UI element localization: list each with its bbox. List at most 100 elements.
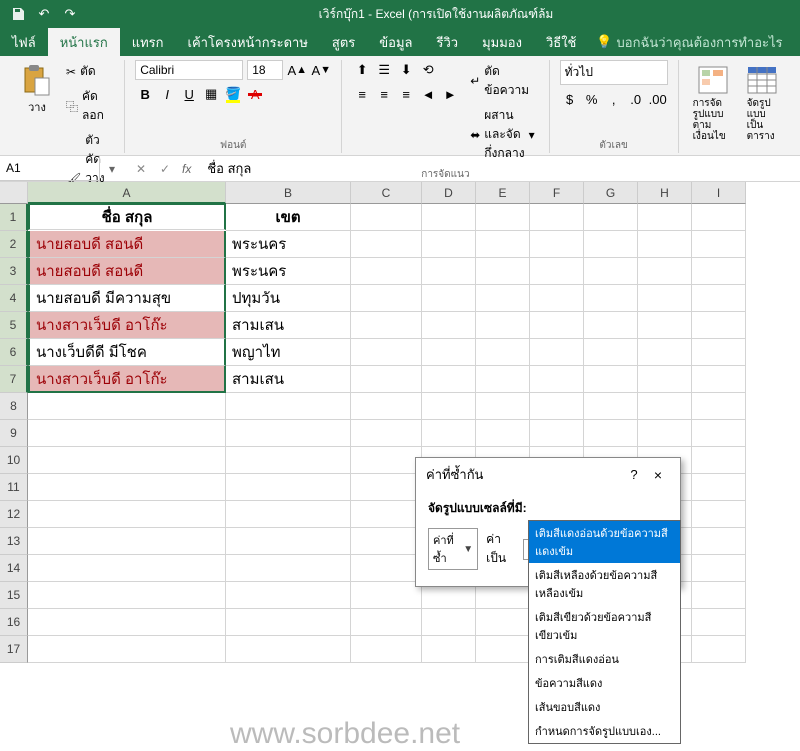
cell[interactable]: นางสาวเว็บดี อาโก๊ะ	[28, 366, 226, 393]
cell[interactable]	[638, 312, 692, 339]
row-header[interactable]: 1	[0, 204, 28, 231]
cell[interactable]	[530, 258, 584, 285]
cell[interactable]	[584, 393, 638, 420]
cell[interactable]	[476, 636, 530, 663]
undo-icon[interactable]: ↶	[34, 4, 54, 24]
row-header[interactable]: 12	[0, 501, 28, 528]
cell[interactable]	[530, 285, 584, 312]
indent-inc-icon[interactable]: ►	[440, 84, 460, 104]
column-header-a[interactable]: A	[28, 182, 226, 204]
cell[interactable]	[28, 636, 226, 663]
tab-help[interactable]: วิธีใช้	[534, 28, 588, 56]
cell[interactable]	[226, 474, 351, 501]
cell[interactable]	[476, 339, 530, 366]
tab-review[interactable]: รีวิว	[424, 28, 470, 56]
name-box-dropdown-icon[interactable]: ▾	[100, 162, 124, 176]
cell[interactable]	[692, 447, 746, 474]
font-size-select[interactable]: 18	[247, 60, 283, 80]
cell[interactable]: นางสาวเว็บดี อาโก๊ะ	[28, 312, 226, 339]
decrease-font-icon[interactable]: A▼	[311, 60, 331, 80]
underline-button[interactable]: U	[179, 84, 199, 104]
cell[interactable]	[692, 474, 746, 501]
percent-icon[interactable]: %	[582, 89, 602, 109]
cell[interactable]	[692, 501, 746, 528]
cell[interactable]	[422, 339, 476, 366]
align-left-icon[interactable]: ≡	[352, 84, 372, 104]
cell[interactable]	[584, 420, 638, 447]
cell[interactable]	[476, 231, 530, 258]
column-header-g[interactable]: G	[584, 182, 638, 204]
cell[interactable]	[28, 393, 226, 420]
column-header-c[interactable]: C	[351, 182, 422, 204]
cell[interactable]	[692, 204, 746, 231]
number-format-select[interactable]: ทั่วไป	[560, 60, 668, 85]
cell[interactable]	[28, 474, 226, 501]
cell[interactable]	[226, 447, 351, 474]
font-name-select[interactable]: Calibri	[135, 60, 243, 80]
row-header[interactable]: 10	[0, 447, 28, 474]
cell[interactable]	[226, 636, 351, 663]
orientation-icon[interactable]: ⟲	[418, 60, 438, 80]
cell[interactable]	[226, 393, 351, 420]
save-icon[interactable]	[8, 4, 28, 24]
duplicate-mode-select[interactable]: ค่าที่ซ้ำ ▼	[428, 528, 478, 570]
wrap-text-button[interactable]: ↵ตัดข้อความ	[466, 60, 538, 102]
align-middle-icon[interactable]: ☰	[374, 60, 394, 80]
cell[interactable]	[638, 393, 692, 420]
borders-button[interactable]: ▦	[201, 84, 221, 104]
decrease-decimal-icon[interactable]: .00	[648, 89, 668, 109]
cell[interactable]	[226, 528, 351, 555]
row-header[interactable]: 3	[0, 258, 28, 285]
align-center-icon[interactable]: ≡	[374, 84, 394, 104]
cell[interactable]	[351, 555, 422, 582]
cell[interactable]	[638, 285, 692, 312]
cell[interactable]	[692, 636, 746, 663]
cell[interactable]	[422, 204, 476, 231]
cell[interactable]	[351, 204, 422, 231]
name-box[interactable]: A1	[0, 156, 100, 181]
tab-page-layout[interactable]: เค้าโครงหน้ากระดาษ	[176, 28, 320, 56]
cell[interactable]	[476, 366, 530, 393]
increase-font-icon[interactable]: A▲	[287, 60, 307, 80]
row-header[interactable]: 17	[0, 636, 28, 663]
cell[interactable]	[584, 312, 638, 339]
dropdown-item[interactable]: กำหนดการจัดรูปแบบเอง...	[529, 719, 680, 743]
format-table-button[interactable]: จัดรูปแบบเป็นตาราง	[743, 60, 782, 146]
cell[interactable]	[476, 204, 530, 231]
cell[interactable]	[476, 312, 530, 339]
cell[interactable]	[351, 231, 422, 258]
redo-icon[interactable]: ↷	[60, 4, 80, 24]
bold-button[interactable]: B	[135, 84, 155, 104]
cell[interactable]: ชื่อ สกุล	[28, 203, 226, 230]
row-header[interactable]: 6	[0, 339, 28, 366]
row-header[interactable]: 8	[0, 393, 28, 420]
increase-decimal-icon[interactable]: .0	[626, 89, 646, 109]
dropdown-item[interactable]: เติมสีเขียวด้วยข้อความสีเขียวเข้ม	[529, 605, 680, 647]
tab-insert[interactable]: แทรก	[120, 28, 176, 56]
cell[interactable]: เขต	[226, 204, 351, 231]
cell[interactable]	[530, 339, 584, 366]
cell[interactable]	[638, 258, 692, 285]
cell[interactable]	[692, 366, 746, 393]
cell[interactable]	[530, 420, 584, 447]
cell[interactable]	[530, 312, 584, 339]
tell-me-search[interactable]: 💡 บอกฉันว่าคุณต้องการทำอะไร	[596, 28, 782, 56]
cell[interactable]	[351, 285, 422, 312]
cell[interactable]: นางเว็บดีดี มีโชค	[28, 339, 226, 366]
row-header[interactable]: 15	[0, 582, 28, 609]
align-right-icon[interactable]: ≡	[396, 84, 416, 104]
row-header[interactable]: 13	[0, 528, 28, 555]
cell[interactable]	[476, 609, 530, 636]
font-color-button[interactable]: A	[245, 84, 265, 104]
cell[interactable]	[351, 609, 422, 636]
row-header[interactable]: 14	[0, 555, 28, 582]
cell[interactable]	[28, 447, 226, 474]
cell[interactable]	[692, 285, 746, 312]
cell[interactable]	[351, 528, 422, 555]
cell[interactable]	[584, 366, 638, 393]
column-header-i[interactable]: I	[692, 182, 746, 204]
row-header[interactable]: 9	[0, 420, 28, 447]
cell[interactable]	[692, 393, 746, 420]
cell[interactable]: นายสอบดี สอนดี	[28, 231, 226, 258]
row-header[interactable]: 5	[0, 312, 28, 339]
